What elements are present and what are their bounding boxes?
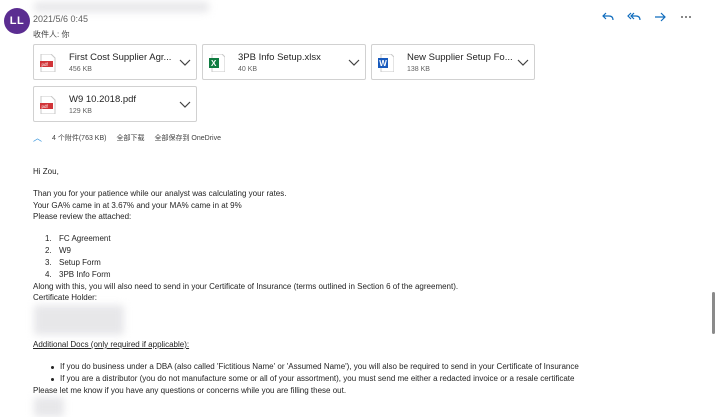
attachment-name: 3PB Info Setup.xlsx: [238, 52, 321, 63]
list-item-text: 3PB Info Form: [59, 270, 111, 279]
chevron-down-icon[interactable]: [179, 57, 191, 67]
chevron-down-icon[interactable]: [517, 57, 529, 67]
sent-datetime-label: 2021/5/6 0:45: [33, 14, 89, 24]
attachment-size: 40 KB: [238, 66, 258, 73]
list-item-text: FC Agreement: [59, 234, 111, 243]
bullet-item: If you are a distributor (you do not man…: [50, 374, 575, 383]
excel-file-icon: X: [209, 54, 225, 72]
attachment-name: W9 10.2018.pdf: [69, 94, 137, 105]
sender-avatar[interactable]: LL: [4, 8, 30, 34]
attachment-summary: ︿ 4 个附件(763 KB) 全部下载 全部保存到 OneDrive: [33, 131, 221, 144]
greeting: Hi Zou,: [33, 167, 59, 176]
pdf-file-icon: pdf: [40, 96, 56, 114]
bullet-item: If you do business under a DBA (also cal…: [51, 362, 579, 371]
recipient-name[interactable]: 你: [61, 30, 69, 39]
list-item-text: W9: [59, 246, 71, 255]
body-line-2: Your GA% came in at 3.67% and your MA% c…: [33, 201, 242, 210]
word-file-icon: W: [378, 54, 394, 72]
attachment-count: 4 个附件(763 KB): [52, 134, 107, 142]
body-line-3: Please review the attached:: [33, 212, 132, 221]
redacted-sender-name: [34, 2, 209, 12]
more-icon[interactable]: [679, 10, 693, 24]
body-line-4: Along with this, you will also need to s…: [33, 282, 459, 291]
attachment-name: First Cost Supplier Agr...: [69, 52, 172, 63]
chevron-down-icon[interactable]: [348, 57, 360, 67]
svg-text:X: X: [211, 59, 217, 68]
pdf-file-icon: pdf: [40, 54, 56, 72]
attachment-size: 129 KB: [69, 108, 92, 115]
list-item: 2. W9: [45, 246, 71, 255]
attachment-card[interactable]: W New Supplier Setup Fo... 138 KB: [371, 44, 535, 80]
additional-docs-heading: Additional Docs (only required if applic…: [33, 340, 190, 349]
certificate-holder-label: Certificate Holder:: [33, 293, 98, 302]
closing-line: Please let me know if you have any quest…: [33, 386, 347, 395]
list-item: 4. 3PB Info Form: [45, 270, 111, 279]
download-all-link[interactable]: 全部下载: [116, 133, 144, 143]
save-to-onedrive-link[interactable]: 全部保存到 OneDrive: [154, 133, 221, 143]
collapse-attachments-icon[interactable]: ︿: [33, 131, 42, 144]
attachment-card[interactable]: pdf First Cost Supplier Agr... 456 KB: [33, 44, 197, 80]
attachment-size: 456 KB: [69, 66, 92, 73]
svg-text:pdf: pdf: [42, 104, 49, 109]
attachment-name: New Supplier Setup Fo...: [407, 52, 513, 63]
attachment-card[interactable]: X 3PB Info Setup.xlsx 40 KB: [202, 44, 366, 80]
redacted-signature: [34, 397, 64, 417]
scrollbar-thumb[interactable]: [712, 292, 715, 334]
sent-datetime: 2021/5/6 0:45: [33, 14, 88, 24]
redacted-certificate-holder: [34, 305, 124, 335]
svg-text:pdf: pdf: [42, 62, 49, 67]
list-item: 3. Setup Form: [45, 258, 101, 267]
chevron-down-icon[interactable]: [179, 99, 191, 109]
body-line-1: Than you for your patience while our ana…: [33, 189, 287, 198]
recipient-label: 收件人:: [33, 30, 60, 39]
attachment-card[interactable]: pdf W9 10.2018.pdf 129 KB: [33, 86, 197, 122]
reply-all-icon[interactable]: [627, 10, 641, 24]
forward-icon[interactable]: [653, 10, 667, 24]
reply-icon[interactable]: [601, 10, 615, 24]
svg-text:W: W: [379, 59, 387, 68]
recipient-line: 收件人: 你: [33, 29, 69, 40]
attachment-size: 138 KB: [407, 66, 430, 73]
list-item-text: Setup Form: [59, 258, 101, 267]
message-actions: [601, 10, 693, 24]
list-item: 1. FC Agreement: [45, 234, 111, 243]
